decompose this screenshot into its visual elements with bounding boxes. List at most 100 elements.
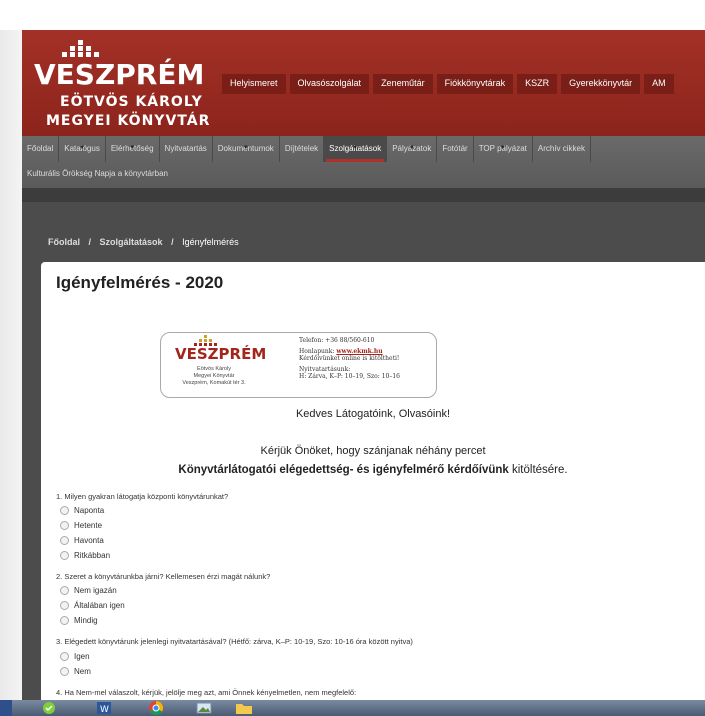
topnav-kszr[interactable]: KSZR	[517, 74, 558, 94]
radio-button[interactable]	[60, 586, 69, 595]
topnav-zenemutar[interactable]: Zeneműtár	[373, 74, 433, 94]
menu-item-fooldal[interactable]: Főoldal	[22, 136, 60, 162]
option-label: Mindig	[74, 616, 98, 625]
main-menu: Főoldal Katalógus ▼ Elérhetőség ▼ Nyitvata…	[22, 136, 705, 188]
topnav-fiokkonyvtarak[interactable]: Fiókkönyvtárak	[436, 74, 514, 94]
breadcrumb-section[interactable]: Szolgáltatások	[100, 237, 163, 247]
radio-button[interactable]	[60, 601, 69, 610]
menu-underband	[22, 188, 705, 202]
radio-option[interactable]: Általában igen	[60, 601, 125, 610]
logo-subtitle-1: EÖTVÖS KÁROLY	[60, 94, 203, 110]
menu-item-fototar[interactable]: Fotótár	[437, 136, 474, 162]
question-3: 3. Elégedett könyvtárunk jelenlegi nyitv…	[56, 637, 413, 646]
option-label: Nem igazán	[74, 586, 117, 595]
image-viewer-icon[interactable]	[194, 700, 214, 716]
card-hours: H: Zárva, K–P: 10–19, Szo: 10–16	[299, 373, 400, 380]
breadcrumb: Főoldal / Szolgáltatások / Igényfelmérés	[48, 237, 239, 247]
radio-button[interactable]	[60, 506, 69, 515]
page-title: Igényfelmérés - 2020	[56, 273, 224, 292]
option-label: Naponta	[74, 506, 105, 515]
menu-item-szolgaltatasok[interactable]: Szolgáltatások ▼	[324, 136, 388, 162]
menu-item-katalogus[interactable]: Katalógus ▼	[59, 136, 106, 162]
card-contact-info: Telefon: +36 88/560-610 Honlapunk: www.e…	[299, 337, 400, 381]
caret-down-icon: ▼	[499, 145, 506, 151]
content-panel: Igényfelmérés - 2020 VESZPRÉM Eötvös Kár…	[41, 262, 705, 700]
option-label: Igen	[74, 652, 90, 661]
radio-option[interactable]: Nem	[60, 667, 91, 676]
radio-option[interactable]: Mindig	[60, 616, 98, 625]
radio-button[interactable]	[60, 616, 69, 625]
card-web-note: Kérdőívünket online is kitöltheti!	[299, 355, 400, 362]
radio-option[interactable]: Hetente	[60, 521, 102, 530]
radio-button[interactable]	[60, 521, 69, 530]
menu-item-archiv-cikkek[interactable]: Archív cikkek	[533, 136, 591, 162]
caret-down-icon: ▼	[408, 145, 415, 151]
menu-item-top-palyazat[interactable]: TOP pályázat ▼	[474, 136, 533, 162]
question-2: 2. Szeret a könyvtárunkba járni? Kelleme…	[56, 572, 271, 581]
radio-button[interactable]	[60, 667, 69, 676]
card-web-label: Honlapunk:	[299, 347, 335, 355]
card-logo-subtitle: Eötvös Károly Megyei Könyvtár Veszprém, …	[171, 366, 257, 387]
radio-option[interactable]: Igen	[60, 652, 90, 661]
survey-name: Könyvtárlátogatói elégedettség- és igény…	[178, 464, 509, 476]
radio-option[interactable]: Ritkábban	[60, 551, 110, 560]
card-phone: Telefon: +36 88/560-610	[299, 337, 375, 344]
greeting: Kedves Látogatóink, Olvasóink!	[295, 408, 451, 420]
os-taskbar: W	[0, 700, 705, 716]
radio-option[interactable]: Naponta	[60, 506, 104, 515]
survey-intro: Könyvtárlátogatói elégedettség- és igény…	[41, 464, 705, 476]
caret-down-icon: ▼	[352, 145, 359, 151]
chrome-icon[interactable]	[146, 700, 166, 716]
library-info-card: VESZPRÉM Eötvös Károly Megyei Könyvtár V…	[160, 332, 437, 398]
menu-item-dokumentumok[interactable]: Dokumentumok ▼	[213, 136, 280, 162]
logo-title: VESZPRÉM	[34, 58, 205, 91]
caret-down-icon: ▼	[129, 145, 136, 151]
breadcrumb-separator: /	[88, 237, 92, 247]
green-app-icon[interactable]	[38, 700, 60, 716]
card-sub-line: Megyei Könyvtár	[193, 373, 235, 379]
browser-top-area	[0, 0, 705, 30]
card-logo-title: VESZPRÉM	[175, 345, 267, 363]
radio-button[interactable]	[60, 652, 69, 661]
option-label: Ritkábban	[74, 551, 111, 560]
menu-item-kulturalis-orokseg[interactable]: Kulturális Örökség Napja a könyvtárban	[27, 169, 168, 178]
topnav-helyismeret[interactable]: Helyismeret	[222, 74, 286, 94]
page-left-margin	[0, 30, 22, 700]
menu-item-dijtetelek[interactable]: Díjtételek	[280, 136, 325, 162]
request-text: Kérjük Önöket, hogy szánjanak néhány per…	[260, 445, 486, 457]
question-4: 4. Ha Nem-mel válaszolt, kérjük, jelölje…	[56, 688, 357, 697]
option-label: Általában igen	[74, 601, 125, 610]
folder-icon[interactable]	[234, 700, 254, 716]
option-label: Hetente	[74, 521, 103, 530]
start-button[interactable]	[0, 700, 12, 716]
topnav-gyerekkonyvtar[interactable]: Gyerekkönyvtár	[561, 74, 641, 94]
caret-down-icon: ▼	[242, 145, 249, 151]
card-website-link[interactable]: www.ekmk.hu	[336, 348, 382, 355]
topnav-am[interactable]: AM	[644, 74, 674, 94]
option-label: Havonta	[74, 536, 104, 545]
radio-option[interactable]: Nem igazán	[60, 586, 117, 595]
card-hours-label: Nyitvatartásunk:	[299, 365, 351, 373]
option-label: Nem	[74, 667, 91, 676]
top-navigation: Helyismeret Olvasószolgálat Zeneműtár Fi…	[222, 74, 674, 94]
radio-option[interactable]: Havonta	[60, 536, 104, 545]
survey-intro-end: kitöltésére.	[508, 464, 568, 476]
menu-item-elerhetoseg[interactable]: Elérhetőség ▼	[106, 136, 160, 162]
card-sub-line: Eötvös Károly	[197, 366, 231, 372]
breadcrumb-home[interactable]: Főoldal	[48, 237, 80, 247]
caret-down-icon: ▼	[79, 145, 86, 151]
svg-text:W: W	[100, 705, 109, 715]
menu-item-nyitvatartas[interactable]: Nyitvatartás	[160, 136, 213, 162]
breadcrumb-separator: /	[171, 237, 174, 247]
word-icon[interactable]: W	[94, 700, 114, 716]
radio-button[interactable]	[60, 536, 69, 545]
card-address: Veszprém, Komakút tér 3.	[182, 380, 246, 386]
site-header: VESZPRÉM EÖTVÖS KÁROLY MEGYEI KÖNYVTÁR H…	[22, 30, 705, 136]
question-1: 1. Milyen gyakran látogatja központi kön…	[56, 492, 229, 501]
breadcrumb-current: Igényfelmérés	[182, 237, 239, 247]
logo-subtitle-2: MEGYEI KÖNYVTÁR	[46, 113, 211, 129]
library-logo[interactable]: VESZPRÉM EÖTVÖS KÁROLY MEGYEI KÖNYVTÁR	[34, 40, 224, 132]
menu-item-palyazatok[interactable]: Pályázatok ▼	[387, 136, 438, 162]
radio-button[interactable]	[60, 551, 69, 560]
topnav-olvasoszolgalat[interactable]: Olvasószolgálat	[289, 74, 370, 94]
